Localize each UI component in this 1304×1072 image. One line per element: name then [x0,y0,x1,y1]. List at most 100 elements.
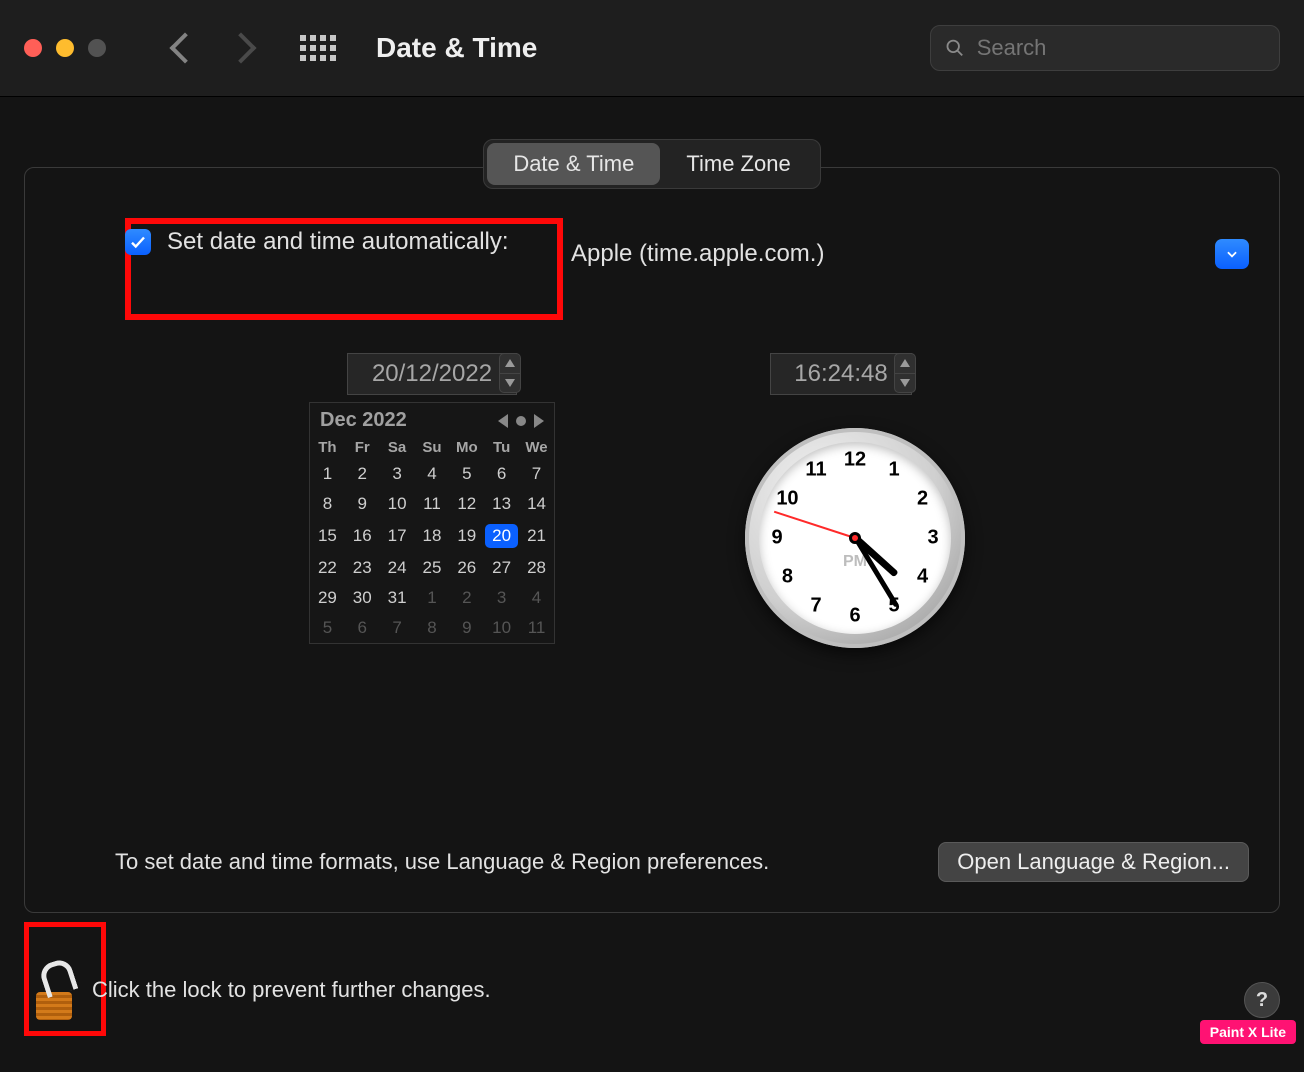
lock-row: Click the lock to prevent further change… [24,960,491,1020]
page-title: Date & Time [376,32,537,64]
calendar-day[interactable]: 31 [380,583,415,613]
calendar-day[interactable]: 14 [519,489,554,519]
calendar-day[interactable]: 19 [449,519,484,553]
calendar[interactable]: Dec 2022 ThFrSaSuMoTuWe 1234567891011121… [309,402,555,644]
calendar-day[interactable]: 1 [310,459,345,489]
main-panel: Set date and time automatically: Apple (… [24,167,1280,913]
calendar-day[interactable]: 8 [415,613,450,643]
back-button[interactable] [169,32,200,63]
clock-number: 1 [888,459,899,482]
calendar-day[interactable]: 17 [380,519,415,553]
calendar-day[interactable]: 10 [380,489,415,519]
watermark: Paint X Lite [1200,1020,1296,1044]
calendar-day[interactable]: 20 [484,519,519,553]
calendar-day[interactable]: 26 [449,553,484,583]
tab-time-zone[interactable]: Time Zone [660,143,816,185]
calendar-prev-month[interactable] [498,414,508,428]
calendar-day[interactable]: 30 [345,583,380,613]
search-field[interactable] [930,25,1280,71]
calendar-grid: ThFrSaSuMoTuWe 1234567891011121314151617… [310,436,554,643]
help-button[interactable]: ? [1244,982,1280,1018]
clock-second-hand [774,511,855,539]
date-stepper[interactable] [499,353,521,393]
minimize-window-button[interactable] [56,39,74,57]
analog-clock: PM 121234567891011 [745,428,965,648]
show-all-prefs-button[interactable] [300,35,336,61]
calendar-day[interactable]: 5 [449,459,484,489]
auto-datetime-row: Set date and time automatically: [125,228,509,256]
lock-icon[interactable] [24,960,84,1020]
calendar-day[interactable]: 4 [415,459,450,489]
open-language-region-button[interactable]: Open Language & Region... [938,842,1249,882]
calendar-day[interactable]: 21 [519,519,554,553]
calendar-day[interactable]: 15 [310,519,345,553]
time-input[interactable]: 16:24:48 [770,353,912,395]
calendar-weekday: Th [310,436,345,459]
time-stepper[interactable] [894,353,916,393]
time-step-down[interactable] [894,374,916,394]
prefs-window: Date & Time Date & Time Time Zone Set da… [0,0,1304,1072]
time-server-dropdown-button[interactable] [1215,239,1249,269]
calendar-day[interactable]: 13 [484,489,519,519]
date-step-down[interactable] [499,374,521,394]
calendar-day[interactable]: 29 [310,583,345,613]
calendar-day[interactable]: 3 [484,583,519,613]
time-step-up[interactable] [894,353,916,374]
calendar-day[interactable]: 28 [519,553,554,583]
calendar-day[interactable]: 27 [484,553,519,583]
calendar-day[interactable]: 12 [449,489,484,519]
clock-number: 5 [888,594,899,617]
lock-hint-text: Click the lock to prevent further change… [92,977,491,1003]
calendar-day[interactable]: 2 [449,583,484,613]
time-server-combo[interactable]: Apple (time.apple.com.) [565,234,1249,274]
date-input[interactable]: 20/12/2022 [347,353,517,395]
clock-number: 3 [927,527,938,550]
calendar-day[interactable]: 11 [415,489,450,519]
close-window-button[interactable] [24,39,42,57]
auto-datetime-checkbox[interactable] [125,229,151,255]
calendar-day[interactable]: 18 [415,519,450,553]
calendar-day[interactable]: 11 [519,613,554,643]
date-step-up[interactable] [499,353,521,374]
calendar-day[interactable]: 7 [519,459,554,489]
calendar-day[interactable]: 10 [484,613,519,643]
calendar-day[interactable]: 22 [310,553,345,583]
calendar-day[interactable]: 25 [415,553,450,583]
clock-number: 8 [782,566,793,589]
calendar-day[interactable]: 3 [380,459,415,489]
calendar-day[interactable]: 9 [449,613,484,643]
clock-number: 11 [805,459,826,482]
calendar-day[interactable]: 9 [345,489,380,519]
calendar-day[interactable]: 24 [380,553,415,583]
clock-number: 9 [771,527,782,550]
calendar-day[interactable]: 7 [380,613,415,643]
calendar-weekday: Su [415,436,450,459]
clock-number: 6 [849,605,860,628]
calendar-next-month[interactable] [534,414,544,428]
calendar-day[interactable]: 8 [310,489,345,519]
search-input[interactable] [975,34,1265,62]
clock-number: 7 [810,594,821,617]
tab-date-time[interactable]: Date & Time [487,143,660,185]
calendar-day[interactable]: 1 [415,583,450,613]
calendar-day[interactable]: 16 [345,519,380,553]
calendar-day[interactable]: 4 [519,583,554,613]
calendar-day[interactable]: 5 [310,613,345,643]
zoom-window-button[interactable] [88,39,106,57]
calendar-today-button[interactable] [516,416,526,426]
clock-number: 2 [917,488,928,511]
forward-button[interactable] [225,32,256,63]
search-icon [945,37,965,59]
clock-number: 4 [917,566,928,589]
calendar-weekday: Mo [449,436,484,459]
calendar-day[interactable]: 6 [484,459,519,489]
tab-group: Date & Time Time Zone [0,139,1304,189]
traffic-lights [24,39,106,57]
calendar-day[interactable]: 23 [345,553,380,583]
calendar-day[interactable]: 6 [345,613,380,643]
calendar-day[interactable]: 2 [345,459,380,489]
auto-datetime-label: Set date and time automatically: [167,228,509,256]
clock-hub [849,532,861,544]
time-server-value[interactable]: Apple (time.apple.com.) [565,240,1215,268]
calendar-weekday: We [519,436,554,459]
